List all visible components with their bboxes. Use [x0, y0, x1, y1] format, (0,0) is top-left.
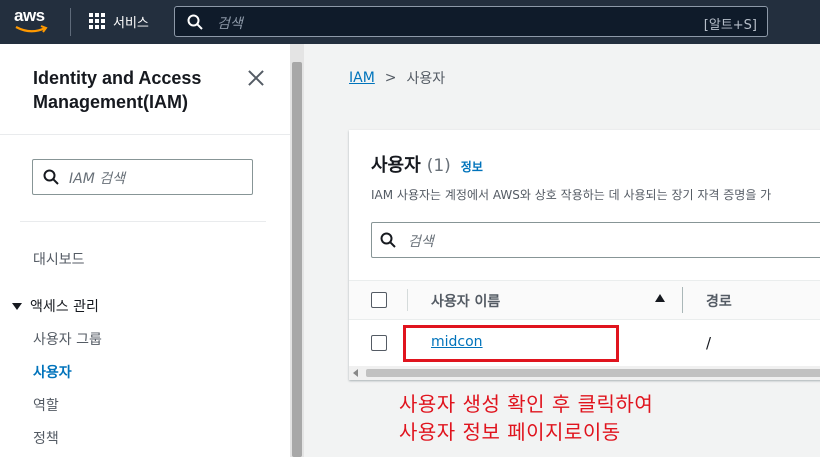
annotation-text: 사용자 생성 확인 후 클릭하여 사용자 정보 페이지로이동	[399, 390, 653, 446]
scrollbar-thumb[interactable]	[292, 62, 302, 457]
info-link[interactable]: 정보	[461, 158, 483, 175]
aws-smile-icon	[15, 25, 48, 33]
scroll-left-icon[interactable]	[353, 369, 358, 377]
breadcrumb: IAM > 사용자	[349, 68, 445, 88]
annotation-line-2: 사용자 정보 페이지로이동	[399, 420, 621, 444]
sidebar-search-input[interactable]: IAM 검색	[32, 159, 253, 195]
sidebar-title: Identity and Access Management(IAM)	[33, 68, 202, 112]
search-icon	[187, 14, 203, 30]
sidebar: Identity and Access Management(IAM) IAM …	[0, 44, 290, 457]
user-path: /	[706, 334, 712, 352]
column-header-path[interactable]: 경로	[706, 291, 732, 311]
chevron-right-icon: >	[384, 70, 397, 86]
row-checkbox[interactable]	[371, 335, 387, 351]
breadcrumb-current: 사용자	[406, 71, 446, 87]
divider	[20, 221, 266, 222]
sidebar-item-user-groups[interactable]: 사용자 그룹	[33, 329, 102, 349]
nav-divider	[70, 8, 71, 36]
grid-icon	[89, 13, 105, 29]
search-icon	[380, 232, 396, 248]
global-search-input[interactable]: 검색 [알트+S]	[174, 6, 768, 37]
sidebar-scrollbar[interactable]	[290, 44, 304, 457]
users-panel: 사용자 (1) 정보 IAM 사용자는 계정에서 AWS와 상호 작용하는 데 …	[349, 130, 820, 380]
sort-ascending-icon[interactable]	[655, 294, 665, 302]
scrollbar-thumb[interactable]	[366, 369, 820, 377]
users-search-input[interactable]: 검색	[371, 222, 820, 258]
breadcrumb-iam-link[interactable]: IAM	[349, 70, 375, 86]
sidebar-search-placeholder: IAM 검색	[69, 171, 125, 187]
highlight-box	[403, 325, 619, 362]
services-menu-button[interactable]: 서비스	[89, 10, 149, 32]
panel-header: 사용자 (1) 정보	[371, 151, 483, 177]
sidebar-section-label: 액세스 관리	[30, 299, 99, 315]
sidebar-section-access-management[interactable]: 액세스 관리	[12, 296, 99, 316]
users-search-placeholder: 검색	[408, 234, 434, 250]
user-count: (1)	[426, 156, 451, 176]
panel-description: IAM 사용자는 계정에서 AWS와 상호 작용하는 데 사용되는 장기 자격 …	[371, 188, 772, 202]
caret-down-icon	[12, 302, 22, 310]
close-icon[interactable]	[246, 68, 266, 88]
column-divider	[407, 289, 408, 311]
table-horizontal-scrollbar[interactable]	[349, 366, 820, 380]
search-icon	[43, 169, 59, 185]
column-header-username[interactable]: 사용자 이름	[431, 291, 500, 311]
column-resizer[interactable]	[682, 287, 683, 313]
aws-logo-text: aws	[14, 6, 45, 25]
sidebar-item-users[interactable]: 사용자	[33, 362, 72, 382]
table-header: 사용자 이름 경로	[349, 280, 820, 320]
sidebar-item-roles[interactable]: 역할	[33, 395, 59, 415]
panel-title: 사용자	[371, 155, 421, 175]
services-label: 서비스	[113, 15, 149, 31]
top-nav: aws 서비스 검색 [알트+S]	[0, 0, 820, 44]
aws-logo[interactable]: aws	[14, 6, 56, 36]
sidebar-item-policies[interactable]: 정책	[33, 428, 59, 448]
sidebar-item-dashboard[interactable]: 대시보드	[33, 249, 85, 269]
global-search-placeholder: 검색	[217, 16, 243, 32]
divider	[0, 134, 290, 135]
select-all-checkbox[interactable]	[371, 292, 387, 308]
search-shortcut-hint: [알트+S]	[703, 18, 757, 33]
table-row: midcon /	[349, 321, 820, 365]
annotation-line-1: 사용자 생성 확인 후 클릭하여	[399, 392, 654, 416]
